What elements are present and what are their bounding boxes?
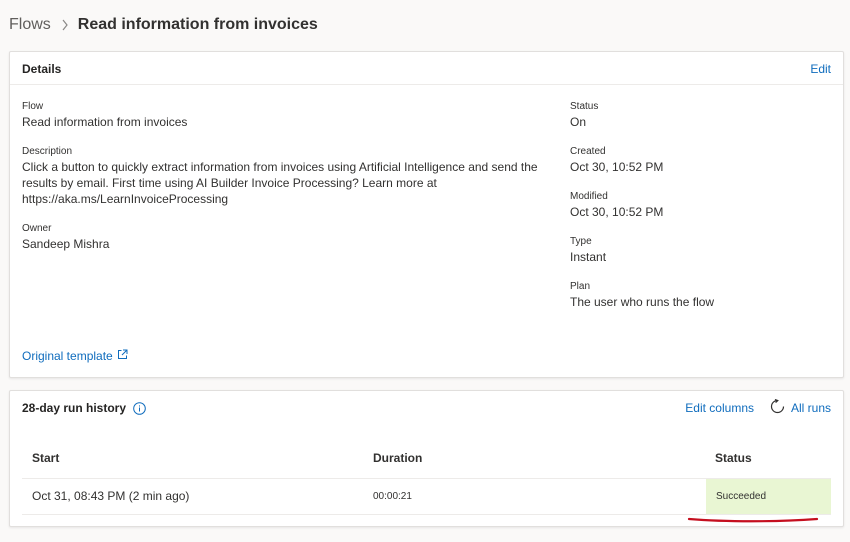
column-header-duration[interactable]: Duration xyxy=(373,451,422,465)
type-label: Type xyxy=(570,236,592,247)
description-label: Description xyxy=(22,146,73,157)
flow-label: Flow xyxy=(22,101,44,112)
run-history-title: 28-day run history xyxy=(22,401,146,415)
breadcrumb: Flows Read information from invoices xyxy=(9,14,318,36)
table-row[interactable]: Oct 31, 08:43 PM (2 min ago) 00:00:21 Su… xyxy=(22,479,831,515)
status-value: On xyxy=(570,115,587,129)
breadcrumb-flows-link[interactable]: Flows xyxy=(9,16,51,34)
chevron-right-icon xyxy=(61,19,69,31)
type-value: Instant xyxy=(570,250,607,264)
run-history-table: Start Duration Status Oct 31, 08:43 PM (… xyxy=(22,435,831,515)
plan-value: The user who runs the flow xyxy=(570,295,715,309)
run-duration-cell: 00:00:21 xyxy=(373,491,412,502)
info-icon[interactable] xyxy=(133,401,146,415)
run-history-card: 28-day run history Edit columns All runs xyxy=(9,390,844,527)
original-template-link[interactable]: Original template xyxy=(22,349,128,363)
details-card: Details Edit Flow Read information from … xyxy=(9,51,844,378)
all-runs-label: All runs xyxy=(790,401,831,415)
flow-value: Read information from invoices xyxy=(22,115,188,129)
plan-label: Plan xyxy=(570,281,591,292)
original-template-label: Original template xyxy=(22,349,113,363)
status-badge: Succeeded xyxy=(716,491,767,502)
run-history-title-text: 28-day run history xyxy=(22,401,127,415)
owner-value: Sandeep Mishra xyxy=(22,237,110,251)
run-history-header: 28-day run history Edit columns All runs xyxy=(10,391,843,424)
edit-button[interactable]: Edit xyxy=(810,62,831,76)
details-header: Details Edit xyxy=(10,52,843,85)
edit-columns-button[interactable]: Edit columns xyxy=(685,401,754,415)
external-link-icon xyxy=(113,349,128,363)
modified-label: Modified xyxy=(570,191,608,202)
red-underline-annotation xyxy=(687,517,819,523)
details-title: Details xyxy=(22,62,62,76)
table-header: Start Duration Status xyxy=(22,435,831,479)
created-label: Created xyxy=(570,146,606,157)
refresh-icon xyxy=(770,398,791,417)
status-label: Status xyxy=(570,101,599,112)
owner-label: Owner xyxy=(22,223,52,234)
modified-value: Oct 30, 10:52 PM xyxy=(570,205,664,219)
description-value: Click a button to quickly extract inform… xyxy=(22,160,538,206)
column-header-status[interactable]: Status xyxy=(715,451,752,465)
created-value: Oct 30, 10:52 PM xyxy=(570,160,664,174)
run-status-cell: Succeeded xyxy=(706,479,831,514)
run-start-cell[interactable]: Oct 31, 08:43 PM (2 min ago) xyxy=(32,489,189,503)
all-runs-button[interactable]: All runs xyxy=(770,398,831,417)
column-header-start[interactable]: Start xyxy=(32,451,59,465)
page-title: Read information from invoices xyxy=(77,16,318,33)
